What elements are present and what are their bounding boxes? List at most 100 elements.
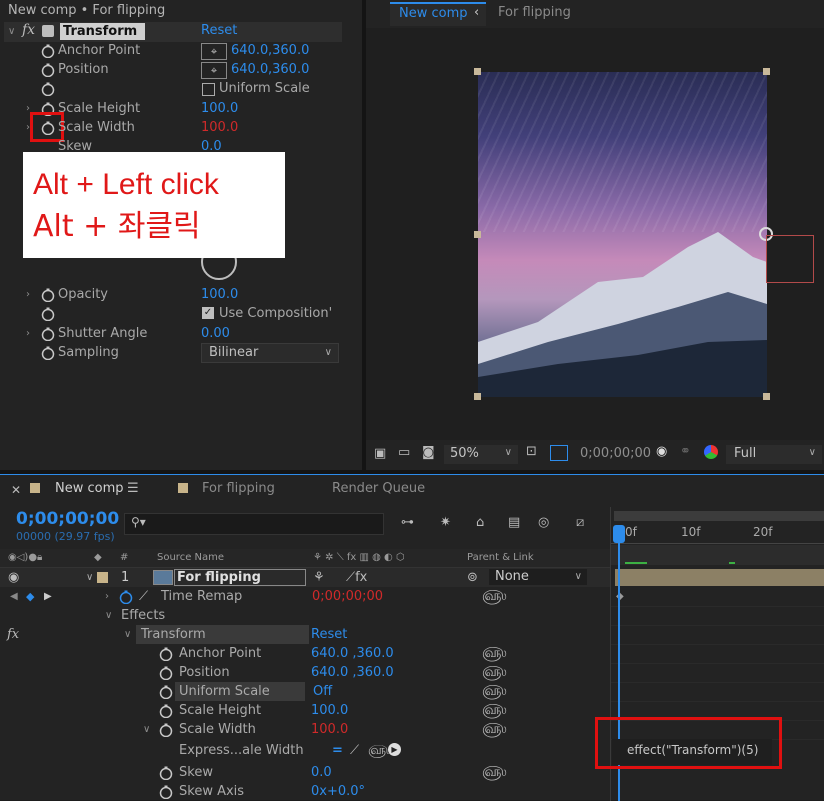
transparency-grid-icon[interactable] <box>550 445 568 461</box>
crosshair-icon[interactable]: ⌖ <box>201 62 227 79</box>
property-row[interactable]: Position 640.0 ,360.0 ௵ <box>0 663 610 682</box>
use-composition-checkbox[interactable]: ✓ <box>202 307 214 319</box>
transform-reset-link[interactable]: Reset <box>311 625 347 644</box>
zoom-dropdown[interactable]: 50% ∨ <box>444 445 518 464</box>
stopwatch-icon[interactable] <box>159 666 173 680</box>
stopwatch-icon[interactable] <box>159 647 173 661</box>
time-ruler[interactable]: 0f 10f 20f <box>611 523 824 544</box>
property-row[interactable]: Skew 0.0 ௵ <box>0 763 610 782</box>
expression-enable-icon[interactable]: = <box>332 741 343 760</box>
effect-name[interactable]: Transform <box>60 23 145 40</box>
expression-row[interactable]: Express...ale Width = ⟋ ௵ ▶ <box>0 741 610 760</box>
work-area-bar[interactable] <box>614 511 824 521</box>
scale-width-value[interactable]: 100.0 <box>311 720 348 739</box>
uniform-scale-value[interactable]: Off <box>313 682 332 701</box>
next-keyframe-icon[interactable]: ▶ <box>44 587 52 606</box>
anchor-y-value[interactable]: ,360.0 <box>268 41 309 60</box>
pickwhip-icon[interactable]: ௵ <box>482 663 507 682</box>
monitor-icon[interactable]: ▭ <box>398 445 410 460</box>
pickwhip-icon[interactable]: ⊚ <box>467 568 478 587</box>
color-channels-icon[interactable] <box>704 445 718 459</box>
stopwatch-icon[interactable] <box>159 785 173 799</box>
hamburger-menu-icon[interactable]: ☰ <box>127 481 139 496</box>
property-row[interactable]: fx ∨ Transform Reset <box>0 625 610 644</box>
opacity-value[interactable]: 100.0 <box>201 285 238 304</box>
mask-icon[interactable]: ◙ <box>422 445 435 460</box>
transform-effect-label[interactable]: Transform <box>136 625 309 644</box>
reset-link[interactable]: Reset <box>201 23 237 38</box>
stopwatch-icon[interactable] <box>159 704 173 718</box>
pickwhip-icon[interactable]: ௵ <box>482 587 507 606</box>
position-value[interactable]: 640.0 ,360.0 <box>311 663 394 682</box>
stopwatch-icon[interactable] <box>159 685 173 699</box>
expression-language-menu-icon[interactable]: ▶ <box>388 743 401 756</box>
close-icon[interactable]: ✕ <box>11 483 21 497</box>
sampling-dropdown[interactable]: Bilinear ∨ <box>201 343 339 363</box>
property-row[interactable]: ◀ ◆ ▶ › ⟋ Time Remap 0;00;00;00 ௵ <box>0 587 610 606</box>
property-row[interactable]: ∨ Scale Width 100.0 ௵ <box>0 720 610 739</box>
stopwatch-icon[interactable] <box>41 288 55 302</box>
frame-blending-icon[interactable]: ▤ <box>508 515 520 530</box>
always-preview-icon[interactable]: ▣ <box>374 446 386 461</box>
eye-icon[interactable]: ◉ <box>8 568 19 587</box>
time-remap-value[interactable]: 0;00;00;00 <box>312 587 383 606</box>
stopwatch-icon[interactable] <box>41 82 55 96</box>
property-row[interactable]: Skew Axis 0x+0.0° <box>0 782 610 801</box>
skew-axis-value[interactable]: 0x+0.0° <box>311 782 365 801</box>
property-row[interactable]: Scale Height 100.0 ௵ <box>0 701 610 720</box>
region-icon[interactable]: ⊡ <box>526 444 537 459</box>
transform-handle[interactable] <box>474 68 481 75</box>
expand-chevron-icon[interactable]: › <box>105 587 109 606</box>
property-row[interactable]: Uniform Scale Off ௵ <box>0 682 610 701</box>
stopwatch-icon[interactable] <box>41 327 55 341</box>
graph-icon[interactable]: ⟋ <box>139 587 148 606</box>
expand-chevron-icon[interactable]: ∨ <box>86 568 93 587</box>
layer-row[interactable]: ◉ ∨ 1 For flipping ⚘ ⟋fx ⊚ None ∨ <box>0 568 610 587</box>
viewer-timecode[interactable]: 0;00;00;00 <box>580 446 651 461</box>
viewer-tab-new-comp[interactable]: New comp ‹ <box>390 2 486 26</box>
parent-header[interactable]: Parent & Link <box>467 549 534 567</box>
property-row[interactable]: ∨ Effects <box>0 606 610 625</box>
stopwatch-icon[interactable] <box>159 723 173 737</box>
layer-name[interactable]: For flipping <box>174 569 306 586</box>
layer-search-input[interactable]: ⚲▾ <box>124 513 384 535</box>
shutter-angle-value[interactable]: 0.00 <box>201 324 230 343</box>
parent-dropdown[interactable]: None ∨ <box>489 569 587 585</box>
graph-editor-icon[interactable]: ⧄ <box>576 515 584 530</box>
transform-handle[interactable] <box>474 393 481 400</box>
crosshair-icon[interactable]: ⌖ <box>201 43 227 60</box>
scale-height-value[interactable]: 100.0 <box>201 99 238 118</box>
position-y-value[interactable]: ,360.0 <box>268 60 309 79</box>
pickwhip-icon[interactable]: ௵ <box>482 644 507 663</box>
stopwatch-icon[interactable] <box>159 766 173 780</box>
snapshot-icon[interactable]: ⚭ <box>680 444 691 459</box>
timeline-tab-for-flipping[interactable]: For flipping <box>202 481 275 496</box>
stopwatch-icon[interactable] <box>41 44 55 58</box>
fx-icon[interactable]: fx <box>22 22 35 38</box>
timeline-tab-new-comp[interactable]: New comp <box>55 481 124 496</box>
collapse-chevron-icon[interactable]: ∨ <box>143 720 150 739</box>
source-name-header[interactable]: Source Name <box>157 549 224 567</box>
viewer-tab-for-flipping[interactable]: For flipping <box>498 5 571 20</box>
playhead-handle[interactable] <box>613 525 625 543</box>
property-row[interactable]: Anchor Point 640.0 ,360.0 ௵ <box>0 644 610 663</box>
position-x-value[interactable]: 640.0 <box>231 60 268 79</box>
shy-layers-icon[interactable]: ⌂ <box>476 515 484 530</box>
scale-width-value[interactable]: 100.0 <box>201 118 238 137</box>
layer-duration-bar[interactable] <box>615 569 824 586</box>
transform-handle[interactable] <box>763 68 770 75</box>
pickwhip-icon[interactable]: ௵ <box>482 682 507 701</box>
expand-chevron-icon[interactable]: › <box>26 328 30 339</box>
pickwhip-icon[interactable]: ௵ <box>482 701 507 720</box>
expand-chevron-icon[interactable]: › <box>26 289 30 300</box>
motion-blur-icon[interactable]: ◎ <box>538 515 549 530</box>
prev-keyframe-icon[interactable]: ◀ <box>10 587 18 606</box>
scale-height-value[interactable]: 100.0 <box>311 701 348 720</box>
camera-icon[interactable]: ◉ <box>656 444 667 459</box>
pickwhip-icon[interactable]: ௵ <box>482 763 507 782</box>
stopwatch-icon[interactable] <box>41 307 55 321</box>
timeline-tab-render-queue[interactable]: Render Queue <box>332 481 425 496</box>
composition-image[interactable] <box>478 72 767 397</box>
stopwatch-icon[interactable] <box>41 346 55 360</box>
anchor-point-value[interactable]: 640.0 ,360.0 <box>311 644 394 663</box>
